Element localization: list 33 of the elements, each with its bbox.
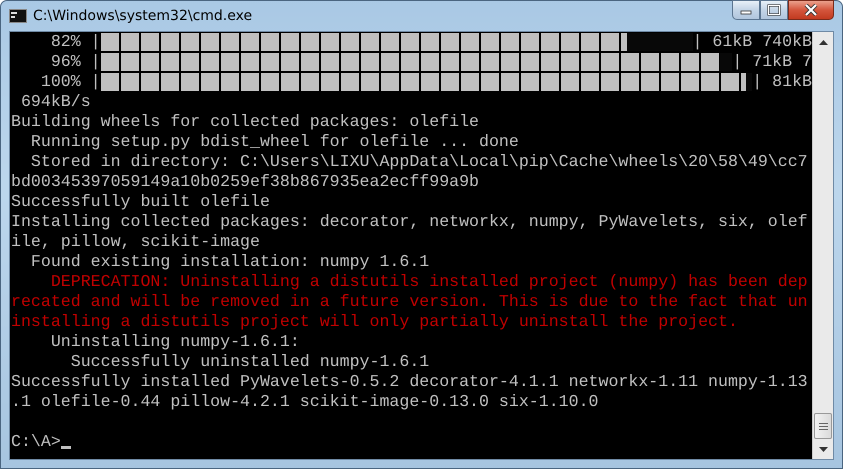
- progress-stats: | 61kB 740kB: [692, 32, 812, 52]
- close-button[interactable]: [788, 0, 834, 20]
- close-icon: [803, 4, 819, 16]
- console-line: Installing collected packages: decorator, networkx, numpy, PyWavelets, six, olef: [11, 212, 809, 232]
- console-line: Successfully built olefile: [11, 192, 271, 212]
- maximize-icon: [767, 4, 781, 16]
- maximize-button[interactable]: [760, 0, 788, 20]
- progress-percent: 96% |: [50, 52, 101, 72]
- command-prompt: C:\A>: [11, 432, 61, 452]
- minimize-button[interactable]: [732, 0, 760, 20]
- console-line: Running setup.py bdist_wheel for olefile ... done: [30, 132, 520, 152]
- progress-stats: | 71kB 7: [732, 52, 812, 72]
- scroll-thumb[interactable]: [814, 413, 832, 439]
- window-title: C:\Windows\system32\cmd.exe: [33, 8, 252, 24]
- scrollbar[interactable]: [812, 32, 833, 459]
- console-line: Successfully uninstalled numpy-1.6.1: [70, 352, 430, 372]
- warning-line: installing a distutils project will only partially uninstall the project.: [11, 312, 739, 332]
- console-icon: [9, 9, 27, 23]
- text-cursor: [60, 446, 71, 449]
- console-line: Building wheels for collected packages: olefile: [11, 112, 480, 132]
- console-line: bd00345397059149a10b0259ef38b867935ea2ecff99a9b: [11, 172, 480, 192]
- console-line: ile, pillow, scikit-image: [11, 232, 261, 252]
- console-line: Successfully installed PyWavelets-0.5.2 decorator-4.1.1 networkx-1.11 numpy-1.13: [11, 372, 809, 392]
- console-line: .1 olefile-0.44 pillow-4.2.1 scikit-image-0.13.0 six-1.10.0: [11, 392, 600, 412]
- warning-line: recated and will be removed in a future version. This is due to the fact that un: [11, 292, 809, 312]
- warning-line: DEPRECATION: Uninstalling a distutils installed project (numpy) has been dep: [50, 272, 809, 292]
- console-line: Found existing installation: numpy 1.6.1: [30, 252, 430, 272]
- progress-percent: 100% |: [40, 72, 101, 92]
- progress-percent: 82% |: [50, 32, 101, 52]
- console-line: Stored in directory: C:\Users\LIXU\AppData\Local\pip\Cache\wheels\20\58\49\cc7: [30, 152, 809, 172]
- progress-stats: | 81kB: [752, 72, 812, 92]
- console-line: 694kB/s: [20, 92, 92, 112]
- console-line: Uninstalling numpy-1.6.1:: [50, 332, 301, 352]
